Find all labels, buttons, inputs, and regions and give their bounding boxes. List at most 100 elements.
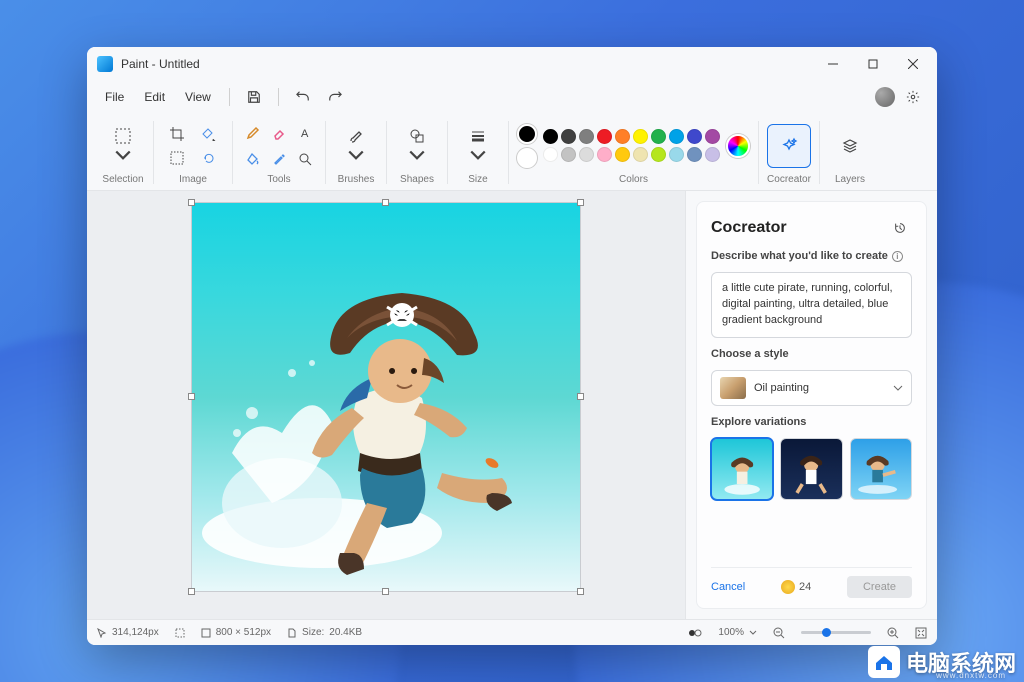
zoom-in-button[interactable] <box>887 627 899 639</box>
color-picker-button[interactable] <box>726 134 750 158</box>
variation-thumb[interactable] <box>850 438 912 500</box>
menu-divider <box>278 88 279 106</box>
color-swatch[interactable] <box>669 129 684 144</box>
color-swatch[interactable] <box>633 147 648 162</box>
layers-button[interactable] <box>828 124 872 168</box>
prompt-input[interactable]: a little cute pirate, running, colorful,… <box>711 272 912 338</box>
color-swatch[interactable] <box>615 129 630 144</box>
text-tool[interactable]: A <box>293 121 317 145</box>
magnify-tool[interactable] <box>293 147 317 171</box>
ribbon-group-colors: Colors <box>511 115 756 190</box>
rotate-tool[interactable] <box>194 147 224 169</box>
color-swatch[interactable] <box>669 147 684 162</box>
settings-button[interactable] <box>899 83 927 111</box>
ribbon-label: Cocreator <box>767 174 811 188</box>
color-swatch[interactable] <box>579 129 594 144</box>
chevron-down-icon <box>893 383 903 393</box>
user-avatar[interactable] <box>875 87 895 107</box>
primary-color[interactable] <box>517 124 537 144</box>
resize-handle[interactable] <box>382 588 389 595</box>
color-swatch[interactable] <box>597 129 612 144</box>
fit-screen-button[interactable] <box>915 627 927 639</box>
minimize-button[interactable] <box>813 47 853 81</box>
zoom-value[interactable]: 100% <box>718 627 757 638</box>
color-swatch[interactable] <box>687 129 702 144</box>
resize-handle[interactable] <box>577 393 584 400</box>
cancel-button[interactable]: Cancel <box>711 581 745 593</box>
color-swatch[interactable] <box>651 147 666 162</box>
save-button[interactable] <box>240 83 268 111</box>
resize-handle[interactable] <box>188 199 195 206</box>
crop-tool[interactable] <box>162 123 192 145</box>
resize-tool[interactable] <box>194 123 224 145</box>
ribbon-label: Layers <box>835 174 865 188</box>
pencil-tool[interactable] <box>241 121 265 145</box>
color-swatch[interactable] <box>687 147 702 162</box>
resize-handle[interactable] <box>382 199 389 206</box>
color-swatch[interactable] <box>579 147 594 162</box>
style-dropdown[interactable]: Oil painting <box>711 370 912 406</box>
resize-handle[interactable] <box>188 393 195 400</box>
chevron-down-icon <box>347 147 365 165</box>
color-swatch[interactable] <box>615 147 630 162</box>
size-tool[interactable] <box>456 122 500 170</box>
ribbon-group-tools: A Tools <box>235 115 323 190</box>
cocreator-button[interactable] <box>767 124 811 168</box>
color-swatch[interactable] <box>705 147 720 162</box>
maximize-button[interactable] <box>853 47 893 81</box>
color-swatch[interactable] <box>543 129 558 144</box>
resize-handle[interactable] <box>577 588 584 595</box>
zoom-out-button[interactable] <box>773 627 785 639</box>
brushes-tool[interactable] <box>334 122 378 170</box>
canvas-dimensions: 800 × 512px <box>201 627 271 638</box>
variation-thumb[interactable] <box>711 438 773 500</box>
color-mode-toggle[interactable] <box>688 628 702 638</box>
statusbar: 314,124px 800 × 512px Size: 20.4KB 100% <box>87 619 937 645</box>
desktop-background: Paint - Untitled File Edit View <box>0 0 1024 682</box>
redo-button[interactable] <box>321 83 349 111</box>
undo-button[interactable] <box>289 83 317 111</box>
color-swatch[interactable] <box>705 129 720 144</box>
paint-window: Paint - Untitled File Edit View <box>87 47 937 645</box>
eraser-tool[interactable] <box>267 121 291 145</box>
variation-thumb[interactable] <box>780 438 842 500</box>
ribbon-group-layers: Layers <box>822 115 878 190</box>
ribbon-group-selection: Selection <box>95 115 151 190</box>
menu-edit[interactable]: Edit <box>136 86 173 108</box>
ribbon-label: Tools <box>267 174 290 188</box>
credits-display: 24 <box>781 580 811 594</box>
watermark-logo <box>868 646 900 678</box>
shapes-tool[interactable] <box>395 122 439 170</box>
color-swatch[interactable] <box>651 129 666 144</box>
history-button[interactable] <box>888 216 912 240</box>
color-swatch[interactable] <box>561 147 576 162</box>
explore-label: Explore variations <box>711 416 912 428</box>
ribbon-group-size: Size <box>450 115 506 190</box>
canvas-area[interactable] <box>87 191 685 619</box>
ribbon-label: Selection <box>102 174 143 188</box>
describe-label: Describe what you'd like to createi <box>711 250 912 262</box>
color-swatch[interactable] <box>561 129 576 144</box>
resize-handle[interactable] <box>577 199 584 206</box>
coin-icon <box>781 580 795 594</box>
color-swatch[interactable] <box>543 147 558 162</box>
select-all-tool[interactable] <box>162 147 192 169</box>
selection-tool[interactable] <box>101 122 145 170</box>
info-icon[interactable]: i <box>892 251 903 262</box>
cocreator-panel: Cocreator Describe what you'd like to cr… <box>685 191 937 619</box>
menu-file[interactable]: File <box>97 86 132 108</box>
secondary-color[interactable] <box>517 148 537 168</box>
menu-view[interactable]: View <box>177 86 219 108</box>
resize-handle[interactable] <box>188 588 195 595</box>
eyedropper-tool[interactable] <box>267 147 291 171</box>
watermark: 电脑系统网 www.dnxtw.com <box>868 646 1016 678</box>
create-button[interactable]: Create <box>847 576 912 598</box>
canvas[interactable] <box>192 203 580 591</box>
zoom-slider[interactable] <box>801 631 871 634</box>
cursor-position: 314,124px <box>97 627 159 638</box>
ribbon-label: Image <box>179 174 207 188</box>
color-swatch[interactable] <box>633 129 648 144</box>
close-button[interactable] <box>893 47 933 81</box>
fill-tool[interactable] <box>241 147 265 171</box>
color-swatch[interactable] <box>597 147 612 162</box>
